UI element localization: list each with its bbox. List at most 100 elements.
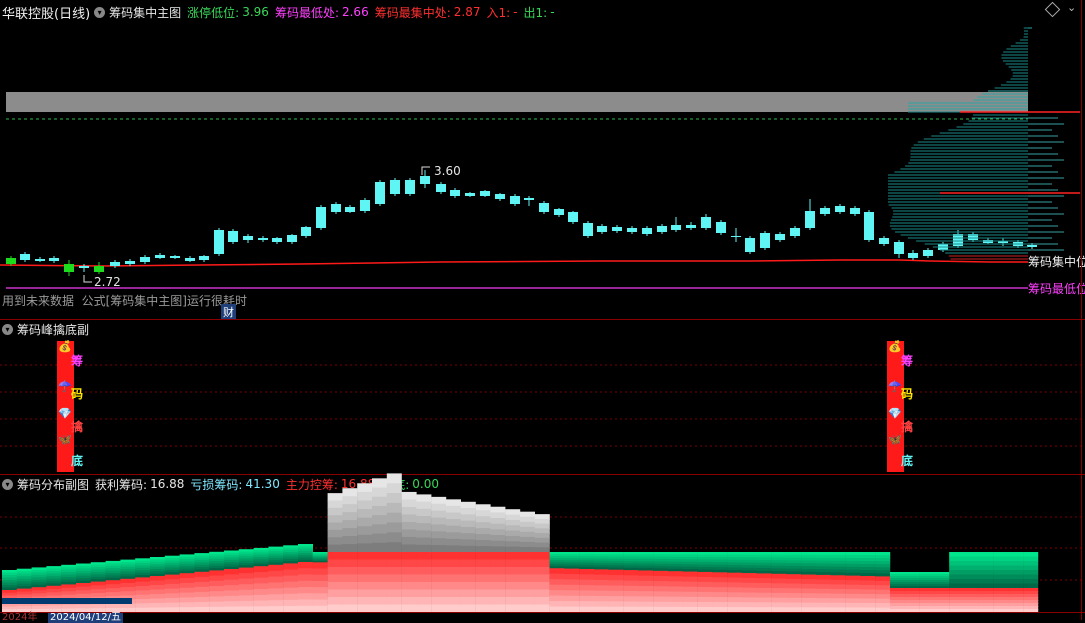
distribution-bar — [431, 552, 447, 561]
distribution-bar — [431, 589, 447, 598]
distribution-bar — [327, 537, 343, 546]
distribution-bar — [372, 487, 387, 498]
distribution-bar — [505, 597, 521, 606]
distribution-bar — [505, 559, 521, 568]
distribution-bar — [416, 582, 432, 591]
distribution-bar — [475, 540, 491, 548]
distribution-bar — [460, 582, 476, 591]
distribution-bar — [357, 567, 373, 576]
distribution-bar — [505, 574, 521, 583]
distribution-bar — [401, 529, 417, 538]
distribution-bar — [401, 589, 417, 598]
distribution-bar — [475, 574, 491, 583]
distribution-bar — [446, 499, 461, 507]
distribution-bar — [475, 597, 491, 606]
distribution-bar — [312, 599, 328, 607]
distribution-bar — [416, 559, 432, 568]
distribution-bar — [2, 598, 132, 604]
distribution-bar — [372, 597, 387, 606]
distribution-bar — [490, 589, 506, 598]
distribution-bar — [268, 600, 284, 608]
distribution-bar — [342, 512, 358, 522]
distribution-bar — [446, 597, 461, 606]
distribution-bar — [386, 559, 402, 568]
distribution-bar — [475, 567, 491, 576]
distribution-bar — [520, 582, 535, 591]
distribution-bar — [386, 597, 402, 606]
distribution-bar — [490, 567, 506, 576]
distribution-bar — [312, 580, 328, 589]
distribution-bar — [416, 589, 432, 598]
distribution-bar — [416, 537, 432, 546]
distribution-bar — [460, 597, 476, 606]
distribution-bar — [357, 517, 373, 528]
distribution-bar — [342, 597, 358, 606]
distribution-bar — [312, 562, 328, 570]
distribution-bar — [431, 496, 447, 505]
distribution-bar — [460, 501, 476, 510]
distribution-bar — [520, 559, 535, 568]
distribution-bar — [357, 543, 373, 553]
distribution-bar — [534, 552, 550, 561]
distribution-bar — [520, 589, 535, 598]
distribution-bar — [416, 544, 432, 553]
distribution-bar — [386, 552, 402, 561]
date-axis-cursor-date[interactable]: 2024/04/12/五 — [48, 613, 124, 623]
distribution-bar — [386, 589, 402, 598]
distribution-bar — [446, 532, 461, 540]
distribution-bar — [505, 582, 521, 591]
distribution-bar — [372, 496, 387, 507]
distribution-bar — [372, 574, 387, 583]
distribution-bar — [460, 508, 476, 516]
distribution-bar — [327, 544, 343, 553]
distribution-bar — [416, 508, 432, 517]
distribution-bar — [357, 552, 373, 561]
distribution-bar — [372, 515, 387, 526]
distribution-bar — [386, 532, 402, 544]
distribution-bar — [357, 534, 373, 545]
distribution-bar — [490, 574, 506, 583]
distribution-bar — [283, 599, 299, 607]
distribution-bar — [475, 516, 491, 524]
distribution-bar — [475, 582, 491, 591]
distribution-bar — [327, 507, 343, 517]
distribution-bar — [401, 514, 417, 523]
distribution-bar — [342, 552, 358, 561]
distribution-bar — [372, 524, 387, 535]
distribution-bar — [475, 522, 491, 530]
distribution-bar — [327, 500, 343, 509]
distribution-bar — [327, 597, 343, 606]
distribution-bar — [283, 563, 299, 571]
distribution-bar — [446, 545, 461, 553]
distribution-bar — [416, 574, 432, 583]
distribution-bar — [490, 559, 506, 568]
distribution-bar — [520, 552, 535, 561]
distribution-bar — [460, 526, 476, 535]
distribution-bar — [298, 587, 313, 595]
distribution-bar — [298, 574, 313, 582]
distribution-bar — [401, 597, 417, 606]
distribution-bar — [446, 574, 461, 583]
distribution-bar — [312, 568, 328, 576]
distribution-bar — [490, 597, 506, 606]
distribution-bar — [298, 593, 313, 601]
distribution-bar — [490, 552, 506, 561]
distribution-bar — [401, 521, 417, 531]
distribution-bar — [268, 588, 284, 596]
distribution-bar — [490, 582, 506, 591]
distribution-bar — [298, 562, 313, 570]
distribution-bar — [268, 564, 284, 572]
distribution-bar — [431, 574, 447, 583]
distribution-bar — [372, 582, 387, 591]
distribution-bar — [283, 581, 299, 589]
distribution-bar — [431, 538, 447, 547]
distribution-bar — [283, 587, 299, 595]
distribution-bar — [253, 600, 269, 608]
distribution-bar — [253, 571, 269, 579]
distribution-bar — [431, 531, 447, 540]
distribution-bar — [298, 580, 313, 588]
distribution-bar — [342, 567, 358, 576]
distribution-bar — [357, 491, 373, 502]
distribution-bar — [431, 510, 447, 519]
distribution-bar — [401, 567, 417, 576]
